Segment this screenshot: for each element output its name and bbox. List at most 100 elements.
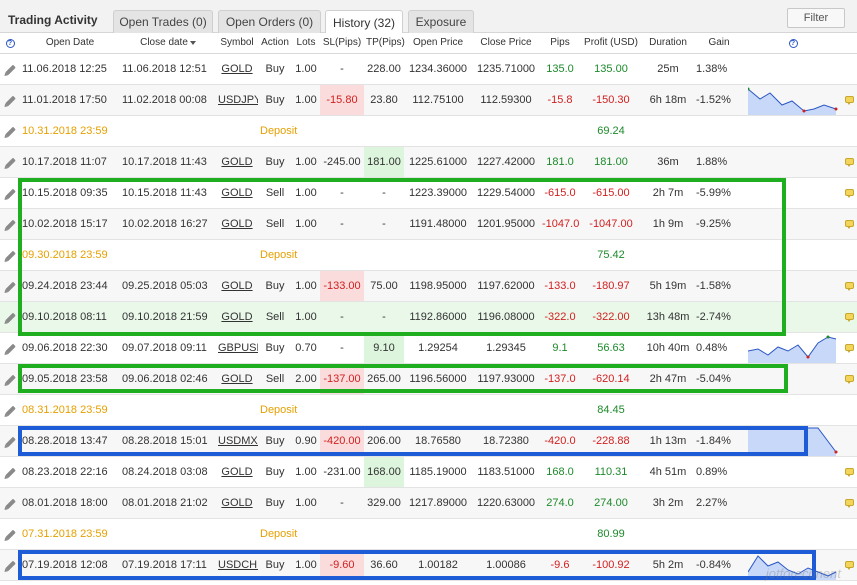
- edit-cell[interactable]: [0, 301, 20, 333]
- pencil-icon[interactable]: [4, 560, 16, 571]
- symbol-link[interactable]: GOLD: [221, 497, 252, 509]
- symbol[interactable]: GBPUSD: [216, 332, 258, 364]
- pencil-icon[interactable]: [4, 312, 16, 323]
- table-row[interactable]: 07.31.2018 23:59 Deposit 80.99: [0, 518, 857, 550]
- edit-cell[interactable]: [0, 84, 20, 116]
- edit-cell[interactable]: [0, 549, 20, 581]
- table-row[interactable]: 09.10.2018 08:11 09.10.2018 21:59 GOLD S…: [0, 301, 857, 333]
- symbol[interactable]: USDMXN: [216, 425, 258, 457]
- edit-cell[interactable]: [0, 456, 20, 488]
- edit-cell[interactable]: [0, 208, 20, 240]
- symbol-link[interactable]: GOLD: [221, 218, 252, 230]
- note-cell[interactable]: [842, 549, 857, 581]
- symbol-link[interactable]: GOLD: [221, 373, 252, 385]
- symbol[interactable]: GOLD: [216, 146, 258, 178]
- symbol[interactable]: GOLD: [216, 208, 258, 240]
- note-cell[interactable]: [842, 208, 857, 240]
- symbol[interactable]: GOLD: [216, 177, 258, 209]
- column-action[interactable]: Action: [258, 33, 292, 54]
- pencil-icon[interactable]: [4, 405, 16, 416]
- column-pips[interactable]: Pips: [540, 33, 580, 54]
- note-cell[interactable]: [842, 177, 857, 209]
- note-icon[interactable]: [845, 498, 854, 508]
- note-icon[interactable]: [845, 188, 854, 198]
- pencil-icon[interactable]: [4, 529, 16, 540]
- note-icon[interactable]: [845, 467, 854, 477]
- note-icon[interactable]: [845, 95, 854, 105]
- pencil-icon[interactable]: [4, 126, 16, 137]
- column-lots[interactable]: Lots: [292, 33, 320, 54]
- pencil-icon[interactable]: [4, 250, 16, 261]
- table-row[interactable]: 08.31.2018 23:59 Deposit 84.45: [0, 394, 857, 426]
- column-close-price[interactable]: Close Price: [472, 33, 540, 54]
- pencil-icon[interactable]: [4, 64, 16, 75]
- filter-button[interactable]: Filter: [787, 8, 845, 28]
- edit-cell[interactable]: [0, 239, 20, 271]
- pencil-icon[interactable]: [4, 343, 16, 354]
- pencil-icon[interactable]: [4, 374, 16, 385]
- note-icon[interactable]: [845, 219, 854, 229]
- column-help[interactable]: ?: [0, 33, 20, 54]
- symbol-link[interactable]: GOLD: [221, 466, 252, 478]
- edit-cell[interactable]: [0, 363, 20, 395]
- pencil-icon[interactable]: [4, 95, 16, 106]
- edit-cell[interactable]: [0, 487, 20, 519]
- note-cell[interactable]: [842, 456, 857, 488]
- column-profit[interactable]: Profit (USD): [580, 33, 642, 54]
- note-icon[interactable]: [845, 560, 854, 570]
- table-row[interactable]: 11.01.2018 17:50 11.02.2018 00:08 USDJPY…: [0, 84, 857, 116]
- edit-cell[interactable]: [0, 115, 20, 147]
- note-cell[interactable]: [842, 84, 857, 116]
- tab-open-orders[interactable]: Open Orders (0): [218, 10, 321, 33]
- pencil-icon[interactable]: [4, 436, 16, 447]
- symbol-link[interactable]: GOLD: [221, 280, 252, 292]
- table-row[interactable]: 08.28.2018 13:47 08.28.2018 15:01 USDMXN…: [0, 425, 857, 457]
- column-open-price[interactable]: Open Price: [404, 33, 472, 54]
- table-row[interactable]: 10.15.2018 09:35 10.15.2018 11:43 GOLD S…: [0, 177, 857, 209]
- pencil-icon[interactable]: [4, 498, 16, 509]
- pencil-icon[interactable]: [4, 157, 16, 168]
- column-help-2[interactable]: ?: [744, 33, 842, 54]
- table-row[interactable]: 10.17.2018 11:07 10.17.2018 11:43 GOLD B…: [0, 146, 857, 178]
- symbol-link[interactable]: GOLD: [221, 63, 252, 75]
- edit-cell[interactable]: [0, 518, 20, 550]
- symbol-link[interactable]: GOLD: [221, 156, 252, 168]
- help-icon[interactable]: ?: [788, 39, 798, 49]
- column-symbol[interactable]: Symbol: [216, 33, 258, 54]
- table-row[interactable]: 11.06.2018 12:25 11.06.2018 12:51 GOLD B…: [0, 53, 857, 85]
- table-row[interactable]: 08.01.2018 18:00 08.01.2018 21:02 GOLD B…: [0, 487, 857, 519]
- note-icon[interactable]: [845, 343, 854, 353]
- column-gain[interactable]: Gain: [694, 33, 744, 54]
- symbol[interactable]: GOLD: [216, 53, 258, 85]
- symbol[interactable]: GOLD: [216, 487, 258, 519]
- table-row[interactable]: 09.06.2018 22:30 09.07.2018 09:11 GBPUSD…: [0, 332, 857, 364]
- note-cell[interactable]: [842, 487, 857, 519]
- edit-cell[interactable]: [0, 332, 20, 364]
- tab-exposure[interactable]: Exposure: [408, 10, 474, 33]
- table-row[interactable]: 07.19.2018 12:08 07.19.2018 17:11 USDCHF…: [0, 549, 857, 581]
- edit-cell[interactable]: [0, 425, 20, 457]
- symbol[interactable]: GOLD: [216, 363, 258, 395]
- note-cell[interactable]: [842, 301, 857, 333]
- pencil-icon[interactable]: [4, 188, 16, 199]
- tab-open-trades[interactable]: Open Trades (0): [113, 10, 213, 33]
- note-cell[interactable]: [842, 332, 857, 364]
- note-cell[interactable]: [842, 146, 857, 178]
- pencil-icon[interactable]: [4, 467, 16, 478]
- symbol-link[interactable]: GOLD: [221, 311, 252, 323]
- note-icon[interactable]: [845, 281, 854, 291]
- column-close-date[interactable]: Close date: [120, 33, 216, 54]
- edit-cell[interactable]: [0, 270, 20, 302]
- edit-cell[interactable]: [0, 53, 20, 85]
- symbol[interactable]: GOLD: [216, 270, 258, 302]
- tab-history[interactable]: History (32): [325, 10, 403, 34]
- note-cell[interactable]: [842, 363, 857, 395]
- symbol-link[interactable]: GOLD: [221, 187, 252, 199]
- column-tp[interactable]: TP(Pips): [364, 33, 405, 54]
- table-row[interactable]: 09.24.2018 23:44 09.25.2018 05:03 GOLD B…: [0, 270, 857, 302]
- pencil-icon[interactable]: [4, 281, 16, 292]
- edit-cell[interactable]: [0, 146, 20, 178]
- symbol-link[interactable]: USDMXN: [218, 435, 258, 447]
- table-row[interactable]: 09.05.2018 23:58 09.06.2018 02:46 GOLD S…: [0, 363, 857, 395]
- symbol[interactable]: USDJPY: [216, 84, 258, 116]
